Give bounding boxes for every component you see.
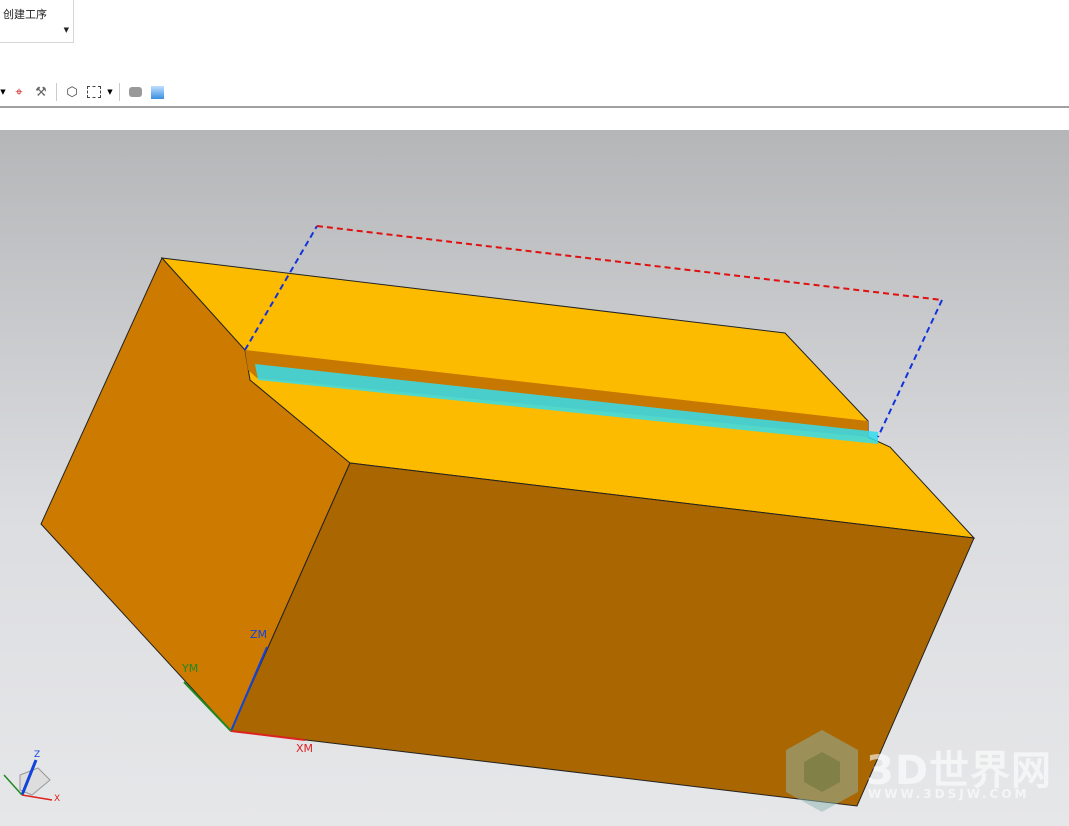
blank-boundary-blue (877, 299, 943, 438)
triad-z-label: Z (34, 750, 41, 760)
triad-x-label: X (54, 794, 61, 804)
watermark-url: WWW.3DSJW.COM (868, 787, 1030, 801)
view-triad-icon (3, 759, 53, 801)
ym-label: YM (182, 662, 199, 675)
zm-label: ZM (250, 628, 268, 641)
model-scene[interactable] (0, 0, 1069, 826)
xm-label: XM (296, 742, 314, 755)
